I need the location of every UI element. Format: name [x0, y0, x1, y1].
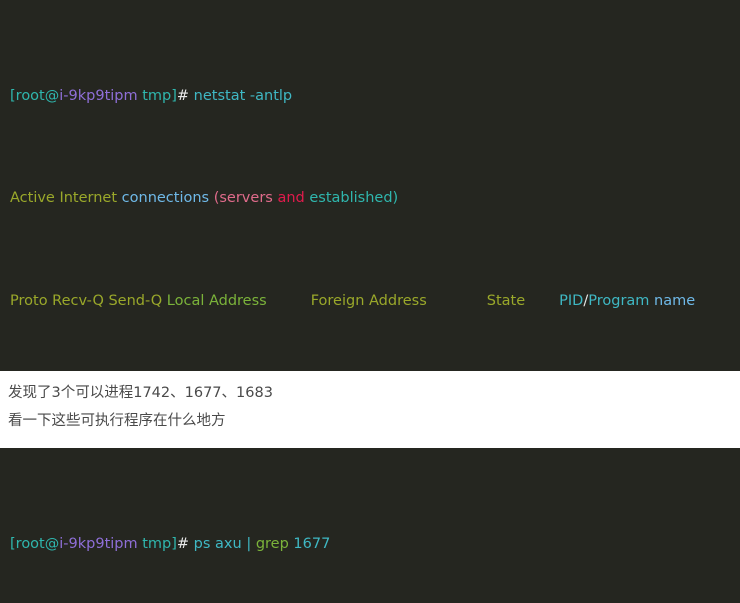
banner-connections: connections [117, 190, 209, 206]
prompt-hash: # [177, 536, 189, 552]
header-pid: PID [559, 293, 583, 309]
command-line-ps-1677: [root@i-9kp9tipm tmp]# ps axu | grep 167… [0, 532, 740, 558]
header-local-address: Local Address [162, 293, 267, 309]
cmd-pipe: | [246, 536, 256, 552]
prompt-host: i-9kp9tipm [59, 88, 137, 104]
prompt-user: root [16, 88, 45, 104]
netstat-banner-line: Active Internet connections (servers and… [0, 186, 740, 212]
header-name: name [649, 293, 695, 309]
header-sendq: Send-Q [104, 293, 162, 309]
netstat-header-row: Proto Recv-Q Send-Q Local Address Foreign… [0, 289, 740, 315]
command-line-netstat: [root@i-9kp9tipm tmp]# netstat -antlp [0, 84, 740, 110]
netstat-command-text: netstat -antlp [189, 88, 292, 104]
header-state: State [487, 293, 525, 309]
terminal-ps-grep[interactable]: [root@i-9kp9tipm tmp]# ps axu | grep 167… [0, 448, 740, 603]
banner-active-internet: Active Internet [10, 190, 117, 206]
header-foreign-address: Foreign Address [311, 293, 427, 309]
annotation-text-block: 发现了3个可以进程1742、1677、1683 看一下这些可执行程序在什么地方 [0, 371, 740, 448]
cmd-ps: ps axu [189, 536, 246, 552]
prompt-hash: # [177, 88, 189, 104]
prompt-host: i-9kp9tipm [59, 536, 137, 552]
cmd-grep-arg: 1677 [293, 536, 330, 552]
banner-and: and [273, 190, 305, 206]
prompt-cwd: tmp [142, 536, 171, 552]
cmd-grep: grep [256, 536, 294, 552]
annotation-line-1: 发现了3个可以进程1742、1677、1683 [8, 379, 740, 407]
screenshot-page: [root@i-9kp9tipm tmp]# netstat -antlp Ac… [0, 0, 740, 603]
header-program: Program [588, 293, 649, 309]
annotation-line-2: 看一下这些可执行程序在什么地方 [8, 407, 740, 435]
terminal-netstat[interactable]: [root@i-9kp9tipm tmp]# netstat -antlp Ac… [0, 0, 740, 371]
banner-established: established) [305, 190, 398, 206]
prompt-cwd: tmp [142, 88, 171, 104]
header-proto: Proto [10, 293, 48, 309]
header-recvq: Recv-Q [48, 293, 104, 309]
prompt-at: @ [45, 88, 60, 104]
prompt-at: @ [45, 536, 60, 552]
banner-servers: (servers [209, 190, 273, 206]
prompt-user: root [16, 536, 45, 552]
